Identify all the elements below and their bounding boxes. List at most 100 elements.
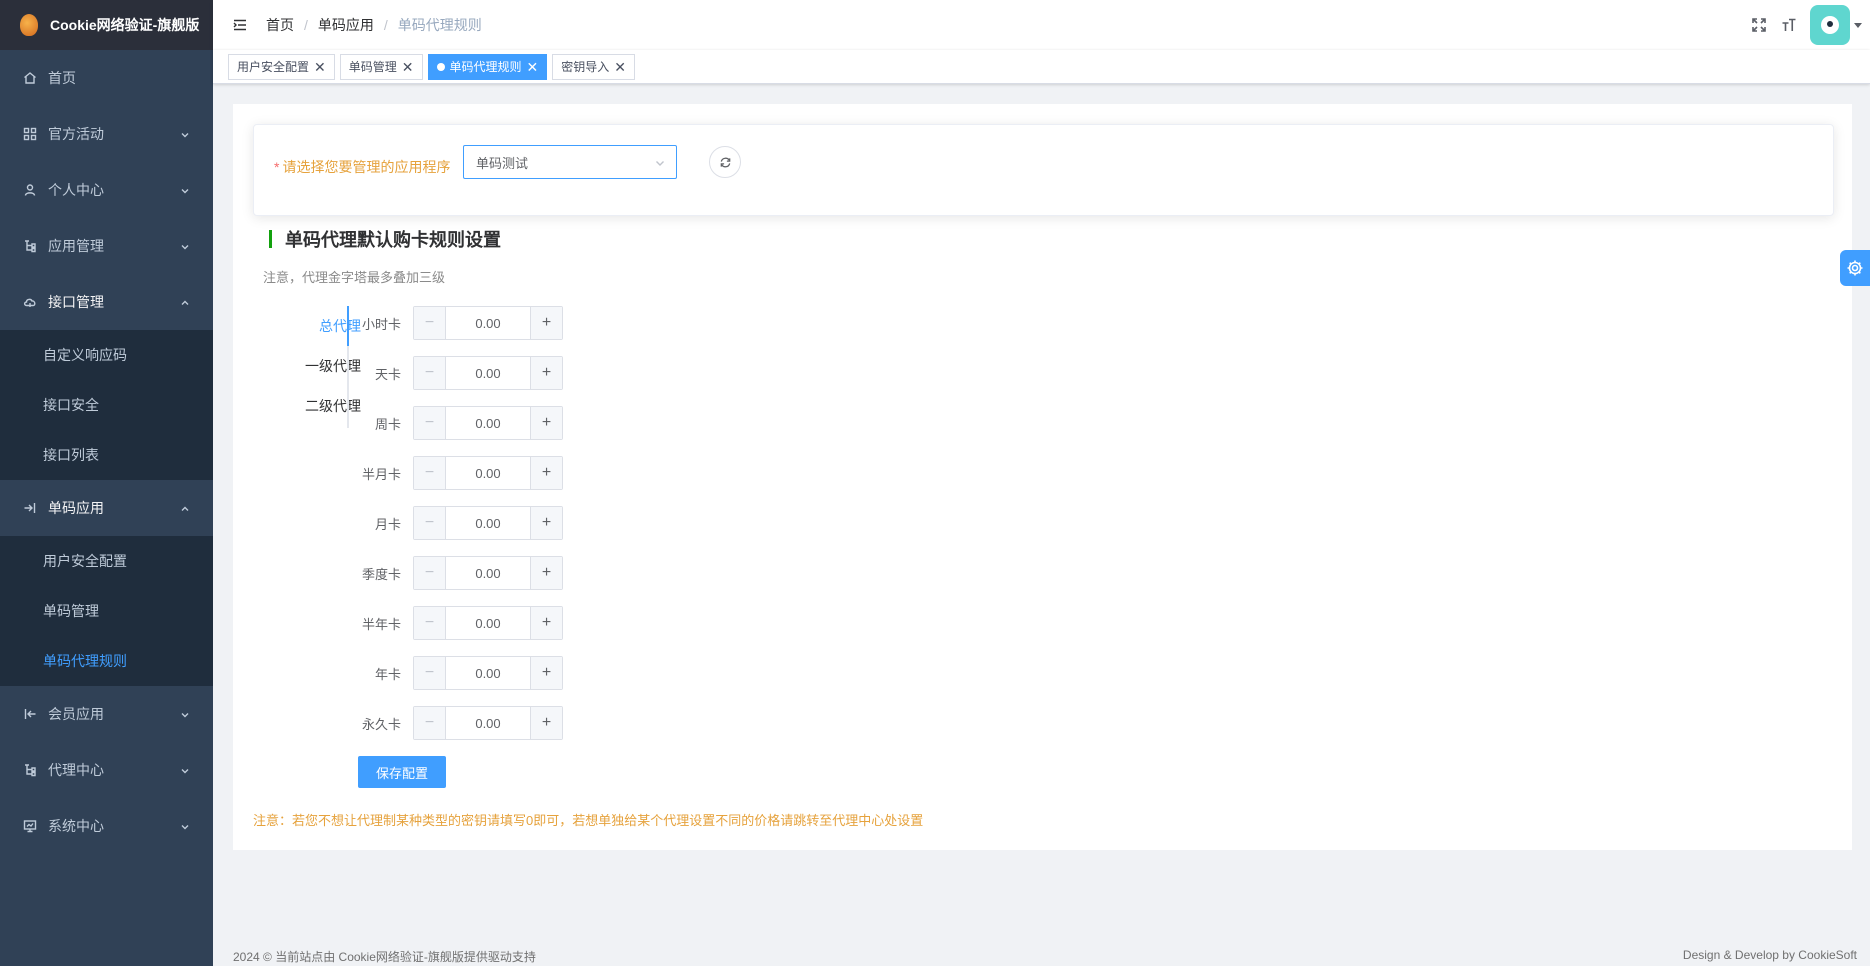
user-avatar-dropdown[interactable] <box>1810 5 1862 45</box>
avatar <box>1810 5 1850 45</box>
sidebar-item-api-management[interactable]: 接口管理 <box>0 274 213 330</box>
sidebar-item-api-security[interactable]: 接口安全 <box>0 380 213 430</box>
chevron-down-icon <box>179 240 191 252</box>
tab-label: 密钥导入 <box>561 60 610 74</box>
decrease-button[interactable]: − <box>414 407 446 439</box>
rule-row: 月卡 −0.00 + <box>347 506 563 540</box>
sidebar-item-custom-response-code[interactable]: 自定义响应码 <box>0 330 213 380</box>
increase-button[interactable]: + <box>530 307 562 339</box>
rule-label: 月卡 <box>374 516 401 532</box>
sidebar-item-label: 接口管理 <box>48 294 104 310</box>
hamburger-icon[interactable] <box>230 15 250 35</box>
sidebar-item-label: 单码应用 <box>48 500 104 516</box>
decrease-button[interactable]: − <box>414 307 446 339</box>
sidebar-item-system-center[interactable]: 系统中心 <box>0 798 213 854</box>
sidebar-item-activities[interactable]: 官方活动 <box>0 106 213 162</box>
fullscreen-icon[interactable] <box>1744 10 1774 40</box>
app-select[interactable]: 单码测试 <box>463 145 677 179</box>
rule-label: 永久卡 <box>361 716 401 732</box>
sidebar-item-single-code-agent-rules[interactable]: 单码代理规则 <box>0 636 213 686</box>
decrease-button[interactable]: − <box>414 357 446 389</box>
price-input[interactable]: 0.00 <box>446 307 530 339</box>
tab-key-import[interactable]: 密钥导入 ✕ <box>552 53 635 80</box>
decrease-button[interactable]: − <box>414 507 446 539</box>
rule-row: 年卡 −0.00 + <box>347 656 563 690</box>
price-stepper[interactable]: −0.00 + <box>413 606 563 640</box>
sidebar-item-single-code-management[interactable]: 单码管理 <box>0 586 213 636</box>
sidebar-item-label: 个人中心 <box>48 182 104 198</box>
price-stepper[interactable]: −0.00 + <box>413 706 563 740</box>
price-input[interactable]: 0.00 <box>446 357 530 389</box>
footer: 2024 © 当前站点由 Cookie网络验证-旗舰版提供驱动支持 Design… <box>233 948 1857 965</box>
close-icon[interactable]: ✕ <box>402 60 414 74</box>
price-stepper[interactable]: −0.00 + <box>413 656 563 690</box>
tab-label: 单码管理 <box>348 60 397 74</box>
sidebar-item-label: 会员应用 <box>48 706 104 722</box>
breadcrumb-home[interactable]: 首页 <box>266 15 294 35</box>
decrease-button[interactable]: − <box>414 457 446 489</box>
price-stepper[interactable]: −0.00 + <box>413 356 563 390</box>
rule-row: 天卡 −0.00 + <box>347 356 563 390</box>
decrease-button[interactable]: − <box>414 707 446 739</box>
breadcrumb-single-code-app[interactable]: 单码应用 <box>318 15 374 35</box>
sidebar-item-home[interactable]: 首页 <box>0 50 213 106</box>
rule-row: 季度卡 −0.00 + <box>347 556 563 590</box>
close-icon[interactable]: ✕ <box>527 60 539 74</box>
sidebar-item-agent-center[interactable]: 代理中心 <box>0 742 213 798</box>
increase-button[interactable]: + <box>530 407 562 439</box>
price-input[interactable]: 0.00 <box>446 657 530 689</box>
rule-label: 季度卡 <box>361 566 401 582</box>
close-icon[interactable]: ✕ <box>614 60 626 74</box>
rule-label: 天卡 <box>374 366 401 382</box>
price-stepper[interactable]: −0.00 + <box>413 556 563 590</box>
increase-button[interactable]: + <box>530 607 562 639</box>
logo[interactable]: Cookie网络验证-旗舰版 <box>0 0 213 50</box>
breadcrumb: 首页 / 单码应用 / 单码代理规则 <box>266 15 482 35</box>
price-stepper[interactable]: −0.00 + <box>413 306 563 340</box>
rule-row: 半年卡 −0.00 + <box>347 606 563 640</box>
increase-button[interactable]: + <box>530 557 562 589</box>
sidebar-item-user-security-config[interactable]: 用户安全配置 <box>0 536 213 586</box>
price-input[interactable]: 0.00 <box>446 557 530 589</box>
decrease-button[interactable]: − <box>414 607 446 639</box>
breadcrumb-separator: / <box>304 17 308 33</box>
save-config-button[interactable]: 保存配置 <box>358 756 446 788</box>
price-stepper[interactable]: −0.00 + <box>413 506 563 540</box>
increase-button[interactable]: + <box>530 457 562 489</box>
close-icon[interactable]: ✕ <box>314 60 326 74</box>
sidebar-item-member-app[interactable]: 会员应用 <box>0 686 213 742</box>
price-input[interactable]: 0.00 <box>446 607 530 639</box>
sidebar-item-profile[interactable]: 个人中心 <box>0 162 213 218</box>
tab-user-security-config[interactable]: 用户安全配置 ✕ <box>228 53 335 80</box>
sidebar-item-label: 代理中心 <box>48 762 104 778</box>
increase-button[interactable]: + <box>530 657 562 689</box>
monitor-icon <box>23 819 37 833</box>
sidebar-item-app-management[interactable]: 应用管理 <box>0 218 213 274</box>
sidebar: Cookie网络验证-旗舰版 首页 官方活动 个人中心 应用管理 接口管理 自定… <box>0 0 213 966</box>
tags-view: 用户安全配置 ✕ 单码管理 ✕ 单码代理规则 ✕ 密钥导入 ✕ <box>213 50 1870 84</box>
price-stepper[interactable]: −0.00 + <box>413 406 563 440</box>
font-size-icon[interactable] <box>1774 10 1804 40</box>
sidebar-item-label: 官方活动 <box>48 126 104 142</box>
decrease-button[interactable]: − <box>414 657 446 689</box>
refresh-button[interactable] <box>709 146 741 178</box>
single-code-submenu: 用户安全配置 单码管理 单码代理规则 <box>0 536 213 686</box>
price-input[interactable]: 0.00 <box>446 407 530 439</box>
price-input[interactable]: 0.00 <box>446 457 530 489</box>
sidebar-item-single-code-app[interactable]: 单码应用 <box>0 480 213 536</box>
price-input[interactable]: 0.00 <box>446 707 530 739</box>
rule-label: 小时卡 <box>361 316 401 332</box>
caret-down-icon <box>1854 22 1862 28</box>
tab-single-code-agent-rules[interactable]: 单码代理规则 ✕ <box>427 53 548 80</box>
required-mark: * <box>274 159 280 175</box>
decrease-button[interactable]: − <box>414 557 446 589</box>
price-stepper[interactable]: −0.00 + <box>413 456 563 490</box>
settings-gear-button[interactable] <box>1840 250 1870 286</box>
app-title: Cookie网络验证-旗舰版 <box>50 17 200 33</box>
sidebar-item-api-list[interactable]: 接口列表 <box>0 430 213 480</box>
increase-button[interactable]: + <box>530 507 562 539</box>
increase-button[interactable]: + <box>530 707 562 739</box>
increase-button[interactable]: + <box>530 357 562 389</box>
price-input[interactable]: 0.00 <box>446 507 530 539</box>
tab-single-code-management[interactable]: 单码管理 ✕ <box>339 53 423 80</box>
